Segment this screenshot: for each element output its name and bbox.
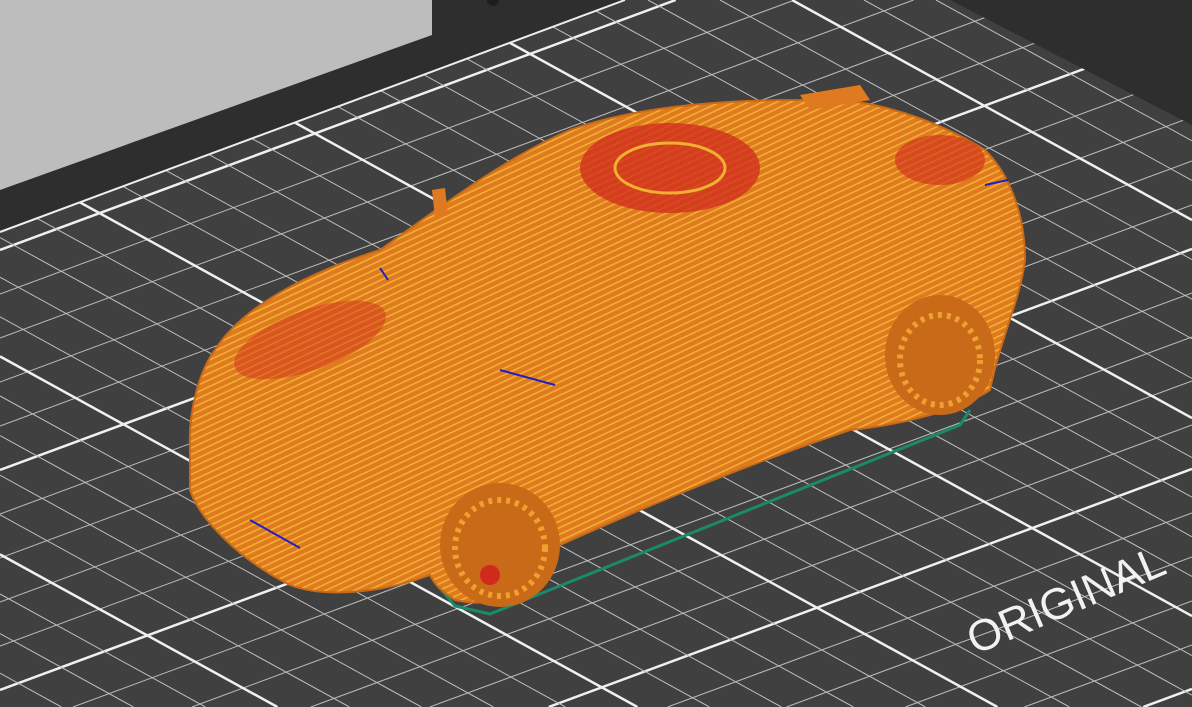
scene-canvas[interactable]: ORIGINAL (0, 0, 1192, 707)
spoiler-layer-red (895, 135, 985, 185)
roof-layer-red (580, 123, 760, 213)
rear-wheel (885, 295, 995, 415)
3d-viewport[interactable]: ORIGINAL (0, 0, 1192, 707)
front-wheel (440, 483, 560, 607)
